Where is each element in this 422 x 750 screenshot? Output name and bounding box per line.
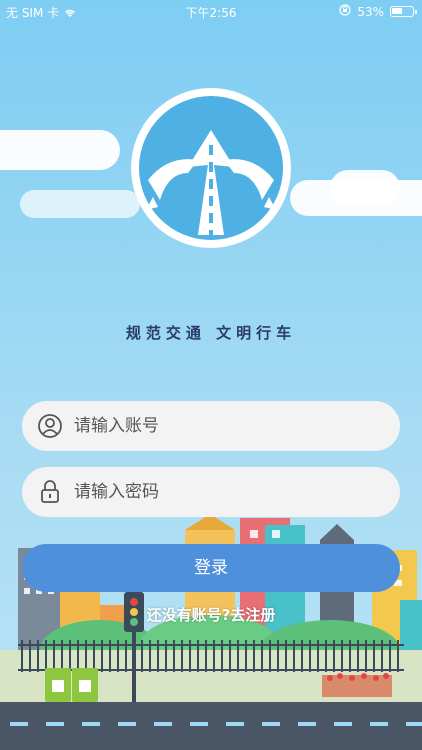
password-field[interactable] xyxy=(22,467,400,517)
cloud xyxy=(0,130,120,170)
status-right: 53% xyxy=(339,4,417,19)
lock-icon xyxy=(36,478,64,506)
battery-icon xyxy=(390,6,417,17)
cloud xyxy=(20,190,140,218)
app-slogan: 规范交通 文明行车 xyxy=(125,324,297,342)
password-input[interactable] xyxy=(74,482,374,502)
account-input[interactable] xyxy=(74,416,374,436)
register-link[interactable]: 还没有账号?去注册 xyxy=(0,604,422,625)
battery-percent: 53% xyxy=(357,4,384,19)
status-bar: 无 SIM 卡 下午2:56 53% xyxy=(0,0,422,22)
cloud xyxy=(330,170,400,206)
orientation-lock-icon xyxy=(339,4,351,19)
app-logo xyxy=(128,85,294,251)
user-icon xyxy=(36,412,64,440)
account-field[interactable] xyxy=(22,401,400,451)
login-button[interactable]: 登录 xyxy=(22,544,400,592)
